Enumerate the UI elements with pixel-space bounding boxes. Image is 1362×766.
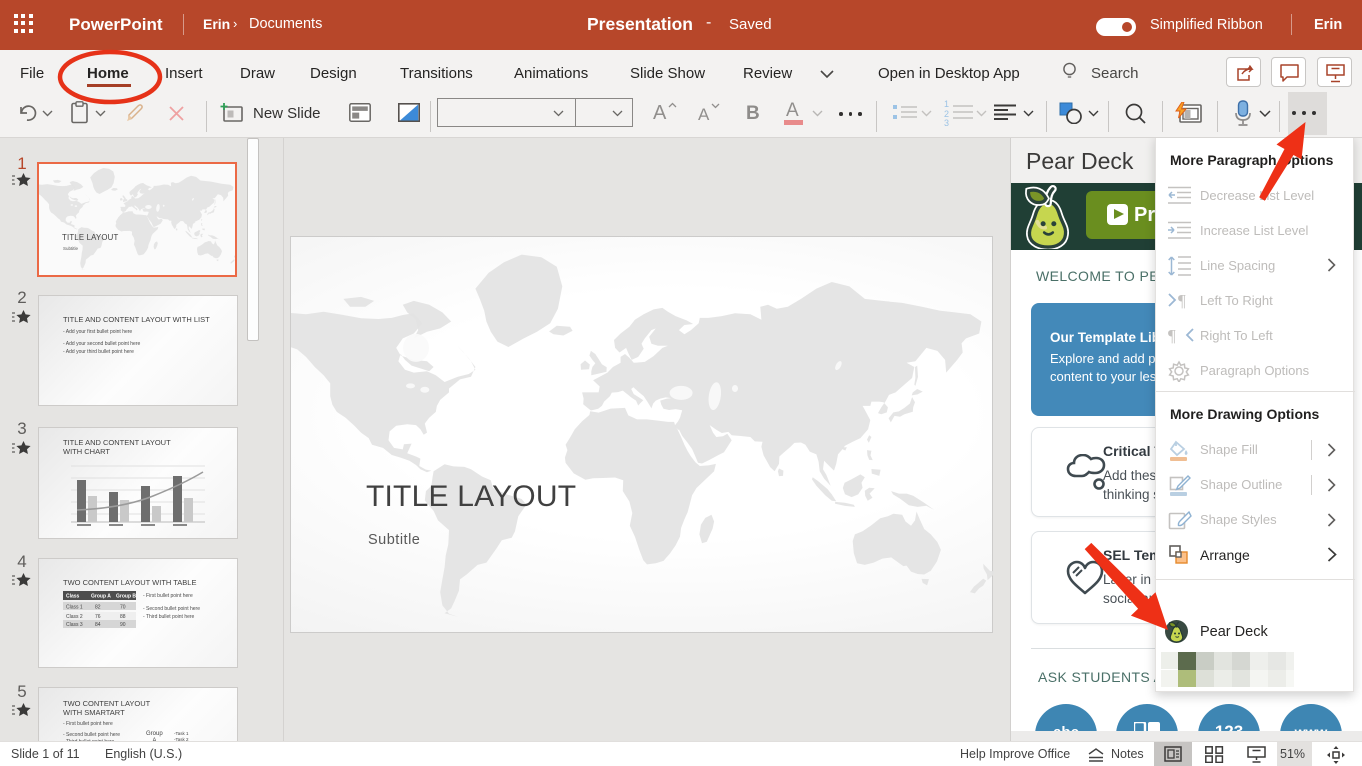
svg-text:Group A: Group A <box>91 594 111 600</box>
svg-text:Class 1: Class 1 <box>66 605 83 611</box>
svg-text:Class 3: Class 3 <box>66 622 83 628</box>
svg-text:76: 76 <box>95 614 101 620</box>
svg-text:70: 70 <box>120 605 126 611</box>
svg-text:¶: ¶ <box>1168 326 1176 344</box>
svg-text:90: 90 <box>120 622 126 628</box>
svg-text:Class 2: Class 2 <box>66 614 83 620</box>
svg-text:88: 88 <box>120 614 126 620</box>
svg-text:¶: ¶ <box>1178 291 1186 309</box>
svg-text:84: 84 <box>95 622 101 628</box>
svg-text:82: 82 <box>95 605 101 611</box>
svg-text:Group B: Group B <box>116 594 136 600</box>
svg-text:Class: Class <box>66 594 80 600</box>
